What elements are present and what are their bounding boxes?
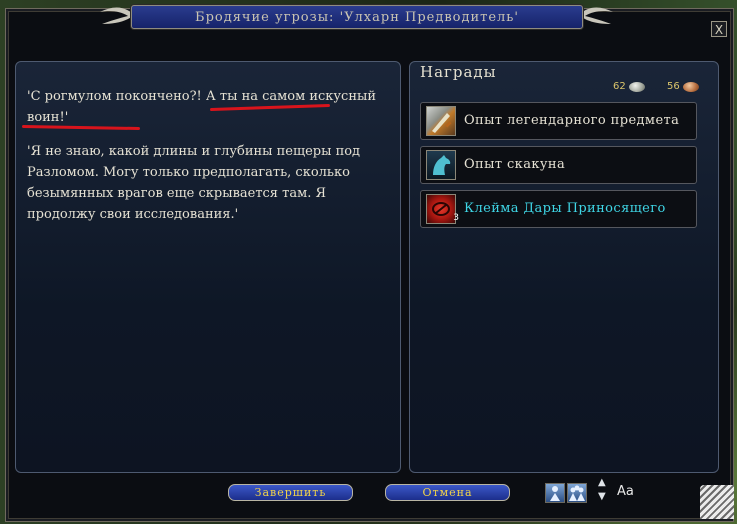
rewards-title: Награды <box>420 63 497 81</box>
right-ornament-icon <box>579 7 613 25</box>
reward-item[interactable]: Опыт скакуна <box>420 146 697 184</box>
close-button[interactable]: X <box>711 21 727 37</box>
silver-amount: 62 <box>613 81 626 92</box>
story-paragraph-1: 'С рогмулом покончено?! А ты на самом ис… <box>27 89 377 125</box>
complete-button[interactable]: Завершить <box>228 484 353 501</box>
arrow-down-icon[interactable]: ▼ <box>598 492 606 502</box>
cancel-button[interactable]: Отмена <box>385 484 510 501</box>
resize-handle-icon[interactable] <box>700 485 734 519</box>
horse-icon <box>426 150 456 180</box>
arrow-up-icon[interactable]: ▲ <box>598 478 606 488</box>
mark-icon: 3 <box>426 194 459 224</box>
left-ornament-icon <box>100 7 134 25</box>
quantity-badge: 3 <box>453 213 459 223</box>
silver-coin-icon <box>628 81 645 92</box>
fellowship-icon[interactable] <box>567 483 587 503</box>
reward-item[interactable]: Опыт легендарного предмета <box>420 102 697 140</box>
copper-currency: 56 <box>667 81 699 92</box>
story-paragraph-2: 'Я не знаю, какой длины и глубины пещеры… <box>27 144 361 222</box>
reward-item[interactable]: 3 Клейма Дары Приносящего <box>420 190 697 228</box>
font-size-label: Aa <box>617 484 634 499</box>
reward-label: Опыт легендарного предмета <box>464 113 680 128</box>
legendary-item-icon <box>426 106 456 136</box>
window-title[interactable]: Бродячие угрозы: 'Улхарн Предводитель' <box>131 5 583 29</box>
copper-amount: 56 <box>667 81 680 92</box>
font-size-stepper[interactable]: ▲ ▼ <box>598 478 606 502</box>
silver-currency: 62 <box>613 81 645 92</box>
party-share-icon[interactable] <box>545 483 565 503</box>
copper-coin-icon <box>682 81 699 92</box>
reward-label: Опыт скакуна <box>464 157 566 172</box>
reward-label: Клейма Дары Приносящего <box>464 201 666 216</box>
